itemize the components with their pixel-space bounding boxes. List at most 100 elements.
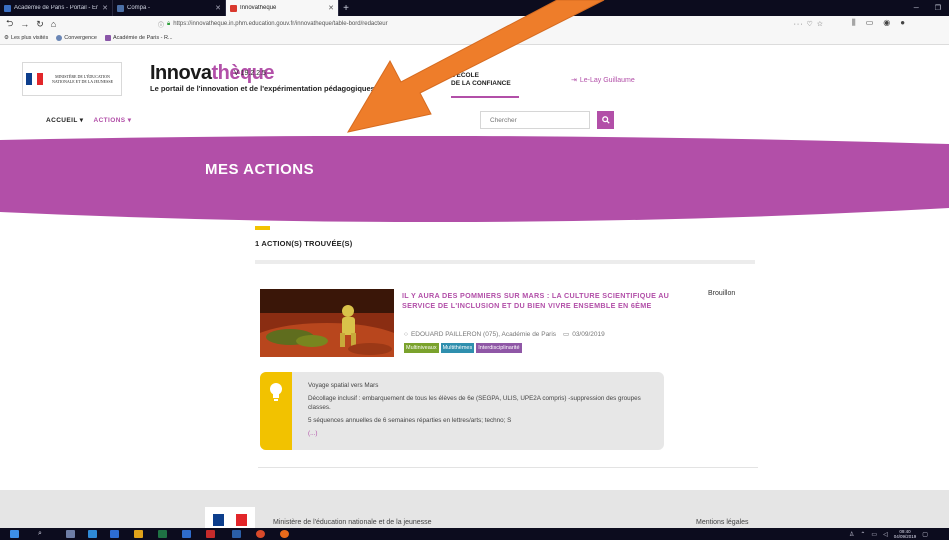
app-icon[interactable] xyxy=(182,530,191,538)
lock-icon: 🔒︎ xyxy=(167,20,171,27)
sidebar-icon[interactable]: ▭ xyxy=(866,18,874,28)
tray-chevron-icon[interactable]: ⌃ xyxy=(860,531,865,538)
browser-tab[interactable]: Compa - ✕ xyxy=(113,0,226,16)
people-icon[interactable]: ♙ xyxy=(849,531,854,538)
tab-label: Académie de Paris - Portail - Er xyxy=(14,5,99,11)
nav-accueil[interactable]: ACCUEIL ▾ xyxy=(46,116,83,124)
explorer-icon[interactable] xyxy=(134,530,143,538)
url-bar[interactable]: ⓘ 🔒︎ https://innovatheque.in.phm.educati… xyxy=(158,18,824,30)
browser-toolbar-icons: ⫼ ▭ ◉ ● xyxy=(852,18,905,28)
logout-icon: ⇥ xyxy=(571,77,577,84)
main-nav: ACCUEIL ▾ ACTIONS ▾ xyxy=(46,116,131,124)
action-status: Brouillon xyxy=(708,290,736,297)
bookmark-item[interactable]: ⚙ Les plus visités xyxy=(4,35,48,41)
badge-multithemes[interactable]: Multithèmes xyxy=(440,343,475,353)
action-date: 03/09/2019 xyxy=(572,330,605,338)
badge-multiniveaux[interactable]: Multiniveaux xyxy=(404,343,439,353)
tab-close-icon[interactable]: ✕ xyxy=(102,4,108,12)
action-title-link[interactable]: IL Y AURA DES POMMIERS SUR MARS : LA CUL… xyxy=(402,291,672,311)
search-input[interactable] xyxy=(480,111,590,129)
description-title: Voyage spatial vers Mars xyxy=(308,382,379,389)
nav-accueil-label: ACCUEIL xyxy=(46,117,78,124)
url-text: https://innovatheque.in.phm.education.go… xyxy=(173,21,388,27)
edge-icon[interactable] xyxy=(88,530,97,538)
minimize-icon[interactable]: ─ xyxy=(914,5,919,12)
tab-favicon-icon xyxy=(4,4,11,12)
bookmark-label: Académie de Paris - R... xyxy=(112,35,173,41)
results-count: 1 ACTION(S) TROUVÉE(S) xyxy=(255,239,353,248)
tab-label: Compa - xyxy=(127,5,151,11)
browser-tab-active[interactable]: Innovatheque ✕ xyxy=(226,0,339,16)
url-actions[interactable]: ··· ♡ ☆ xyxy=(794,20,824,28)
windows-start-icon[interactable] xyxy=(10,530,19,538)
card-divider xyxy=(258,467,758,468)
page-banner xyxy=(0,136,949,222)
action-description: Voyage spatial vers Mars Décollage inclu… xyxy=(260,372,664,450)
search-icon xyxy=(601,116,610,124)
app2-icon[interactable] xyxy=(256,530,265,538)
reload-icon[interactable]: ↻ xyxy=(36,19,44,30)
back-icon[interactable]: ⮌ xyxy=(6,16,13,32)
astronaut-image xyxy=(260,289,394,357)
home-icon[interactable]: ⌂ xyxy=(51,19,56,29)
network-icon[interactable]: ▭ xyxy=(871,531,877,538)
description-text: Voyage spatial vers Mars Décollage inclu… xyxy=(308,381,658,442)
user-logout-link[interactable]: ⇥ Le-Lay Guillaume xyxy=(571,76,635,85)
ecole-line1: L'ÉCOLE xyxy=(451,72,479,79)
ministere-logo[interactable]: MINISTÈRE DE L'ÉDUCATION NATIONALE ET DE… xyxy=(22,62,122,96)
action-badges: Multiniveaux Multithèmes Interdisciplina… xyxy=(404,343,522,353)
forward-icon[interactable]: → xyxy=(20,19,29,29)
tab-favicon-icon xyxy=(117,4,124,12)
tab-favicon-icon xyxy=(230,4,237,12)
firefox-icon[interactable] xyxy=(280,530,289,538)
action-school: EDOUARD PAILLERON (075), Académie de Par… xyxy=(410,330,557,338)
store-icon[interactable] xyxy=(110,530,119,538)
word-icon[interactable] xyxy=(232,530,241,538)
notifications-icon[interactable]: ▢ xyxy=(922,531,928,538)
read-more-link[interactable]: (...) xyxy=(308,429,658,438)
badge-interdisciplinarite[interactable]: Interdisciplinarité xyxy=(476,343,522,353)
ecole-line2: DE LA CONFIANCE xyxy=(451,80,511,87)
bookmark-item[interactable]: Académie de Paris - R... xyxy=(104,35,173,41)
search-button[interactable] xyxy=(597,111,614,129)
footer-ministere: Ministère de l'éducation nationale et de… xyxy=(273,519,432,526)
tab-close-icon[interactable]: ✕ xyxy=(328,4,334,12)
excel-icon[interactable] xyxy=(158,530,167,538)
page-title: MES ACTIONS xyxy=(205,161,315,178)
info-icon[interactable]: ⓘ xyxy=(158,20,164,29)
bookmark-label: Convergence xyxy=(64,35,97,41)
new-tab-icon[interactable]: + xyxy=(339,0,353,16)
volume-icon[interactable]: ◁ xyxy=(883,531,888,538)
version-label: V 19.2.2.5 xyxy=(234,70,266,77)
bookmark-item[interactable]: Convergence xyxy=(56,35,97,41)
tab-close-icon[interactable]: ✕ xyxy=(215,4,221,12)
window-controls: ─ ❐ xyxy=(914,0,949,16)
browser-tab[interactable]: Académie de Paris - Portail - Er ✕ xyxy=(0,0,113,16)
footer-legal-link[interactable]: Mentions légales xyxy=(696,519,749,526)
taskview-icon[interactable] xyxy=(66,530,75,538)
acrobat-icon[interactable] xyxy=(206,530,215,538)
location-pin-icon: ○ xyxy=(404,330,408,338)
addon-icon[interactable]: ● xyxy=(900,18,905,28)
description-body: Décollage inclusif : embarquement de tou… xyxy=(308,395,641,411)
results-divider xyxy=(255,260,755,264)
lightbulb-icon xyxy=(260,372,292,450)
nav-actions-label: ACTIONS xyxy=(93,117,126,124)
browser-tabbar: Académie de Paris - Portail - Er ✕ Compa… xyxy=(0,0,949,16)
ecole-confiance-link[interactable]: L'ÉCOLE DE LA CONFIANCE xyxy=(451,72,511,88)
search-taskbar-icon[interactable]: ⌕ xyxy=(38,530,47,538)
maximize-icon[interactable]: ❐ xyxy=(935,4,941,12)
site-tagline: Le portail de l'innovation et de l'expér… xyxy=(150,84,375,93)
clock-date: 04/09/2019 xyxy=(893,534,917,539)
globe-icon xyxy=(56,35,63,41)
site-footer xyxy=(0,490,949,528)
ministere-text: MINISTÈRE DE L'ÉDUCATION NATIONALE ET DE… xyxy=(51,74,114,84)
nav-actions[interactable]: ACTIONS ▾ xyxy=(93,116,131,124)
bookmarks-bar: ⚙ Les plus visités Convergence Académie … xyxy=(0,32,949,45)
extension-icon[interactable]: ◉ xyxy=(883,18,890,28)
chevron-down-icon: ▾ xyxy=(79,117,84,124)
action-thumbnail[interactable] xyxy=(260,289,394,357)
calendar-icon: ▭ xyxy=(563,331,570,338)
library-icon[interactable]: ⫼ xyxy=(852,18,856,28)
clock[interactable]: 09:40 04/09/2019 xyxy=(894,529,917,539)
